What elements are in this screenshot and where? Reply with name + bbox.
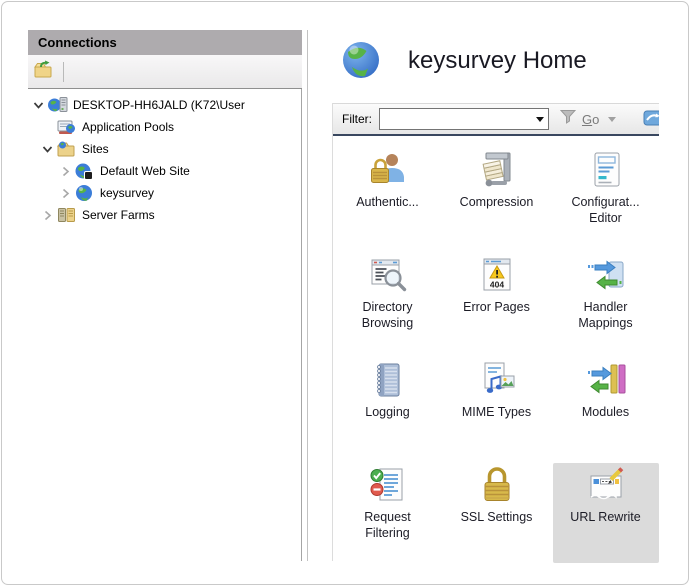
tree-item-label: Server Farms xyxy=(82,208,155,222)
tree-item-default-web-site[interactable]: Default Web Site xyxy=(28,160,301,182)
connections-panel: Connections xyxy=(28,30,302,561)
feature-label: Handler Mappings xyxy=(578,299,632,331)
filter-input[interactable] xyxy=(380,109,540,129)
feature-label: Directory Browsing xyxy=(362,299,413,331)
tree-item-server-farms[interactable]: Server Farms xyxy=(28,204,301,226)
mime-types-icon xyxy=(477,360,517,400)
configuration-editor-icon xyxy=(586,150,626,190)
feature-label: SSL Settings xyxy=(461,509,533,525)
feature-label: Modules xyxy=(582,404,629,420)
feature-authentication[interactable]: Authentic... xyxy=(335,148,441,248)
go-button[interactable]: Go xyxy=(582,112,599,127)
site-globe-icon xyxy=(74,184,95,202)
home-globe-icon xyxy=(340,39,382,81)
sites-folder-icon xyxy=(56,140,77,158)
feature-label: Logging xyxy=(365,404,410,420)
filter-combobox[interactable] xyxy=(379,108,549,130)
tree-item-label: Default Web Site xyxy=(100,164,190,178)
feature-label: Request Filtering xyxy=(364,509,411,541)
feature-logging[interactable]: Logging xyxy=(335,358,441,458)
tree-item-server[interactable]: DESKTOP-HH6JALD (K72\User xyxy=(28,94,301,116)
feature-label: Authentic... xyxy=(356,194,419,210)
error-pages-icon: 404 xyxy=(477,255,517,295)
server-farms-icon xyxy=(56,206,77,224)
feature-handler-mappings[interactable]: Handler Mappings xyxy=(553,253,659,353)
main-panel: keysurvey Home Filter: Go xyxy=(322,30,678,561)
tree-item-label: DESKTOP-HH6JALD (K72\User xyxy=(73,98,245,112)
tree-item-label: Application Pools xyxy=(82,120,174,134)
error-404-text: 404 xyxy=(489,280,503,290)
feature-modules[interactable]: Modules xyxy=(553,358,659,458)
page-title: keysurvey Home xyxy=(408,47,587,75)
filter-label: Filter: xyxy=(342,112,372,126)
feature-directory-browsing[interactable]: Directory Browsing xyxy=(335,253,441,353)
application-pools-icon xyxy=(56,118,77,136)
connections-tree: DESKTOP-HH6JALD (K72\User Application Po… xyxy=(28,89,302,561)
feature-url-rewrite[interactable]: URL Rewrite xyxy=(553,463,659,563)
tree-item-keysurvey[interactable]: keysurvey xyxy=(28,182,301,204)
server-icon xyxy=(47,96,68,114)
request-filtering-icon xyxy=(368,465,408,505)
logging-icon xyxy=(368,360,408,400)
authentication-icon xyxy=(368,150,408,190)
feature-label: Compression xyxy=(460,194,534,210)
ssl-settings-icon xyxy=(477,465,517,505)
filter-toolbar: Filter: Go xyxy=(333,103,659,136)
feature-label: MIME Types xyxy=(462,404,531,420)
stopped-site-icon xyxy=(74,162,95,180)
feature-label: Error Pages xyxy=(463,299,530,315)
modules-icon xyxy=(586,360,626,400)
chevron-right-icon[interactable] xyxy=(39,210,56,221)
feature-label: URL Rewrite xyxy=(570,509,640,525)
connections-header: Connections xyxy=(28,30,302,55)
compression-icon xyxy=(477,150,517,190)
features-view: Filter: Go xyxy=(332,103,659,561)
tree-item-sites[interactable]: Sites xyxy=(28,138,301,160)
feature-request-filtering[interactable]: Request Filtering xyxy=(335,463,441,563)
feature-label: Configurat... Editor xyxy=(571,194,639,226)
feature-ssl-settings[interactable]: SSL Settings xyxy=(444,463,550,563)
feature-mime-types[interactable]: MIME Types xyxy=(444,358,550,458)
tree-item-application-pools[interactable]: Application Pools xyxy=(28,116,301,138)
handler-mappings-icon xyxy=(586,255,626,295)
features-grid: Authentic... Compression xyxy=(333,136,659,563)
tree-item-label: keysurvey xyxy=(100,186,154,200)
toolbar-separator xyxy=(63,62,64,82)
chevron-down-icon[interactable] xyxy=(30,100,47,111)
chevron-right-icon[interactable] xyxy=(57,188,74,199)
go-dropdown-caret-icon[interactable] xyxy=(608,117,616,122)
panel-splitter[interactable] xyxy=(307,30,308,561)
chevron-down-icon[interactable] xyxy=(39,144,56,155)
filter-funnel-icon[interactable] xyxy=(560,109,576,129)
tree-item-label: Sites xyxy=(82,142,109,156)
connect-folder-icon[interactable] xyxy=(34,60,54,84)
feature-configuration-editor[interactable]: Configurat... Editor xyxy=(553,148,659,248)
directory-browsing-icon xyxy=(368,255,408,295)
feature-compression[interactable]: Compression xyxy=(444,148,550,248)
show-all-icon[interactable] xyxy=(643,109,659,132)
url-rewrite-icon xyxy=(586,465,626,505)
feature-error-pages[interactable]: 404 Error Pages xyxy=(444,253,550,353)
chevron-right-icon[interactable] xyxy=(57,166,74,177)
connections-toolbar xyxy=(28,55,302,89)
combobox-arrow-icon[interactable] xyxy=(536,117,544,122)
